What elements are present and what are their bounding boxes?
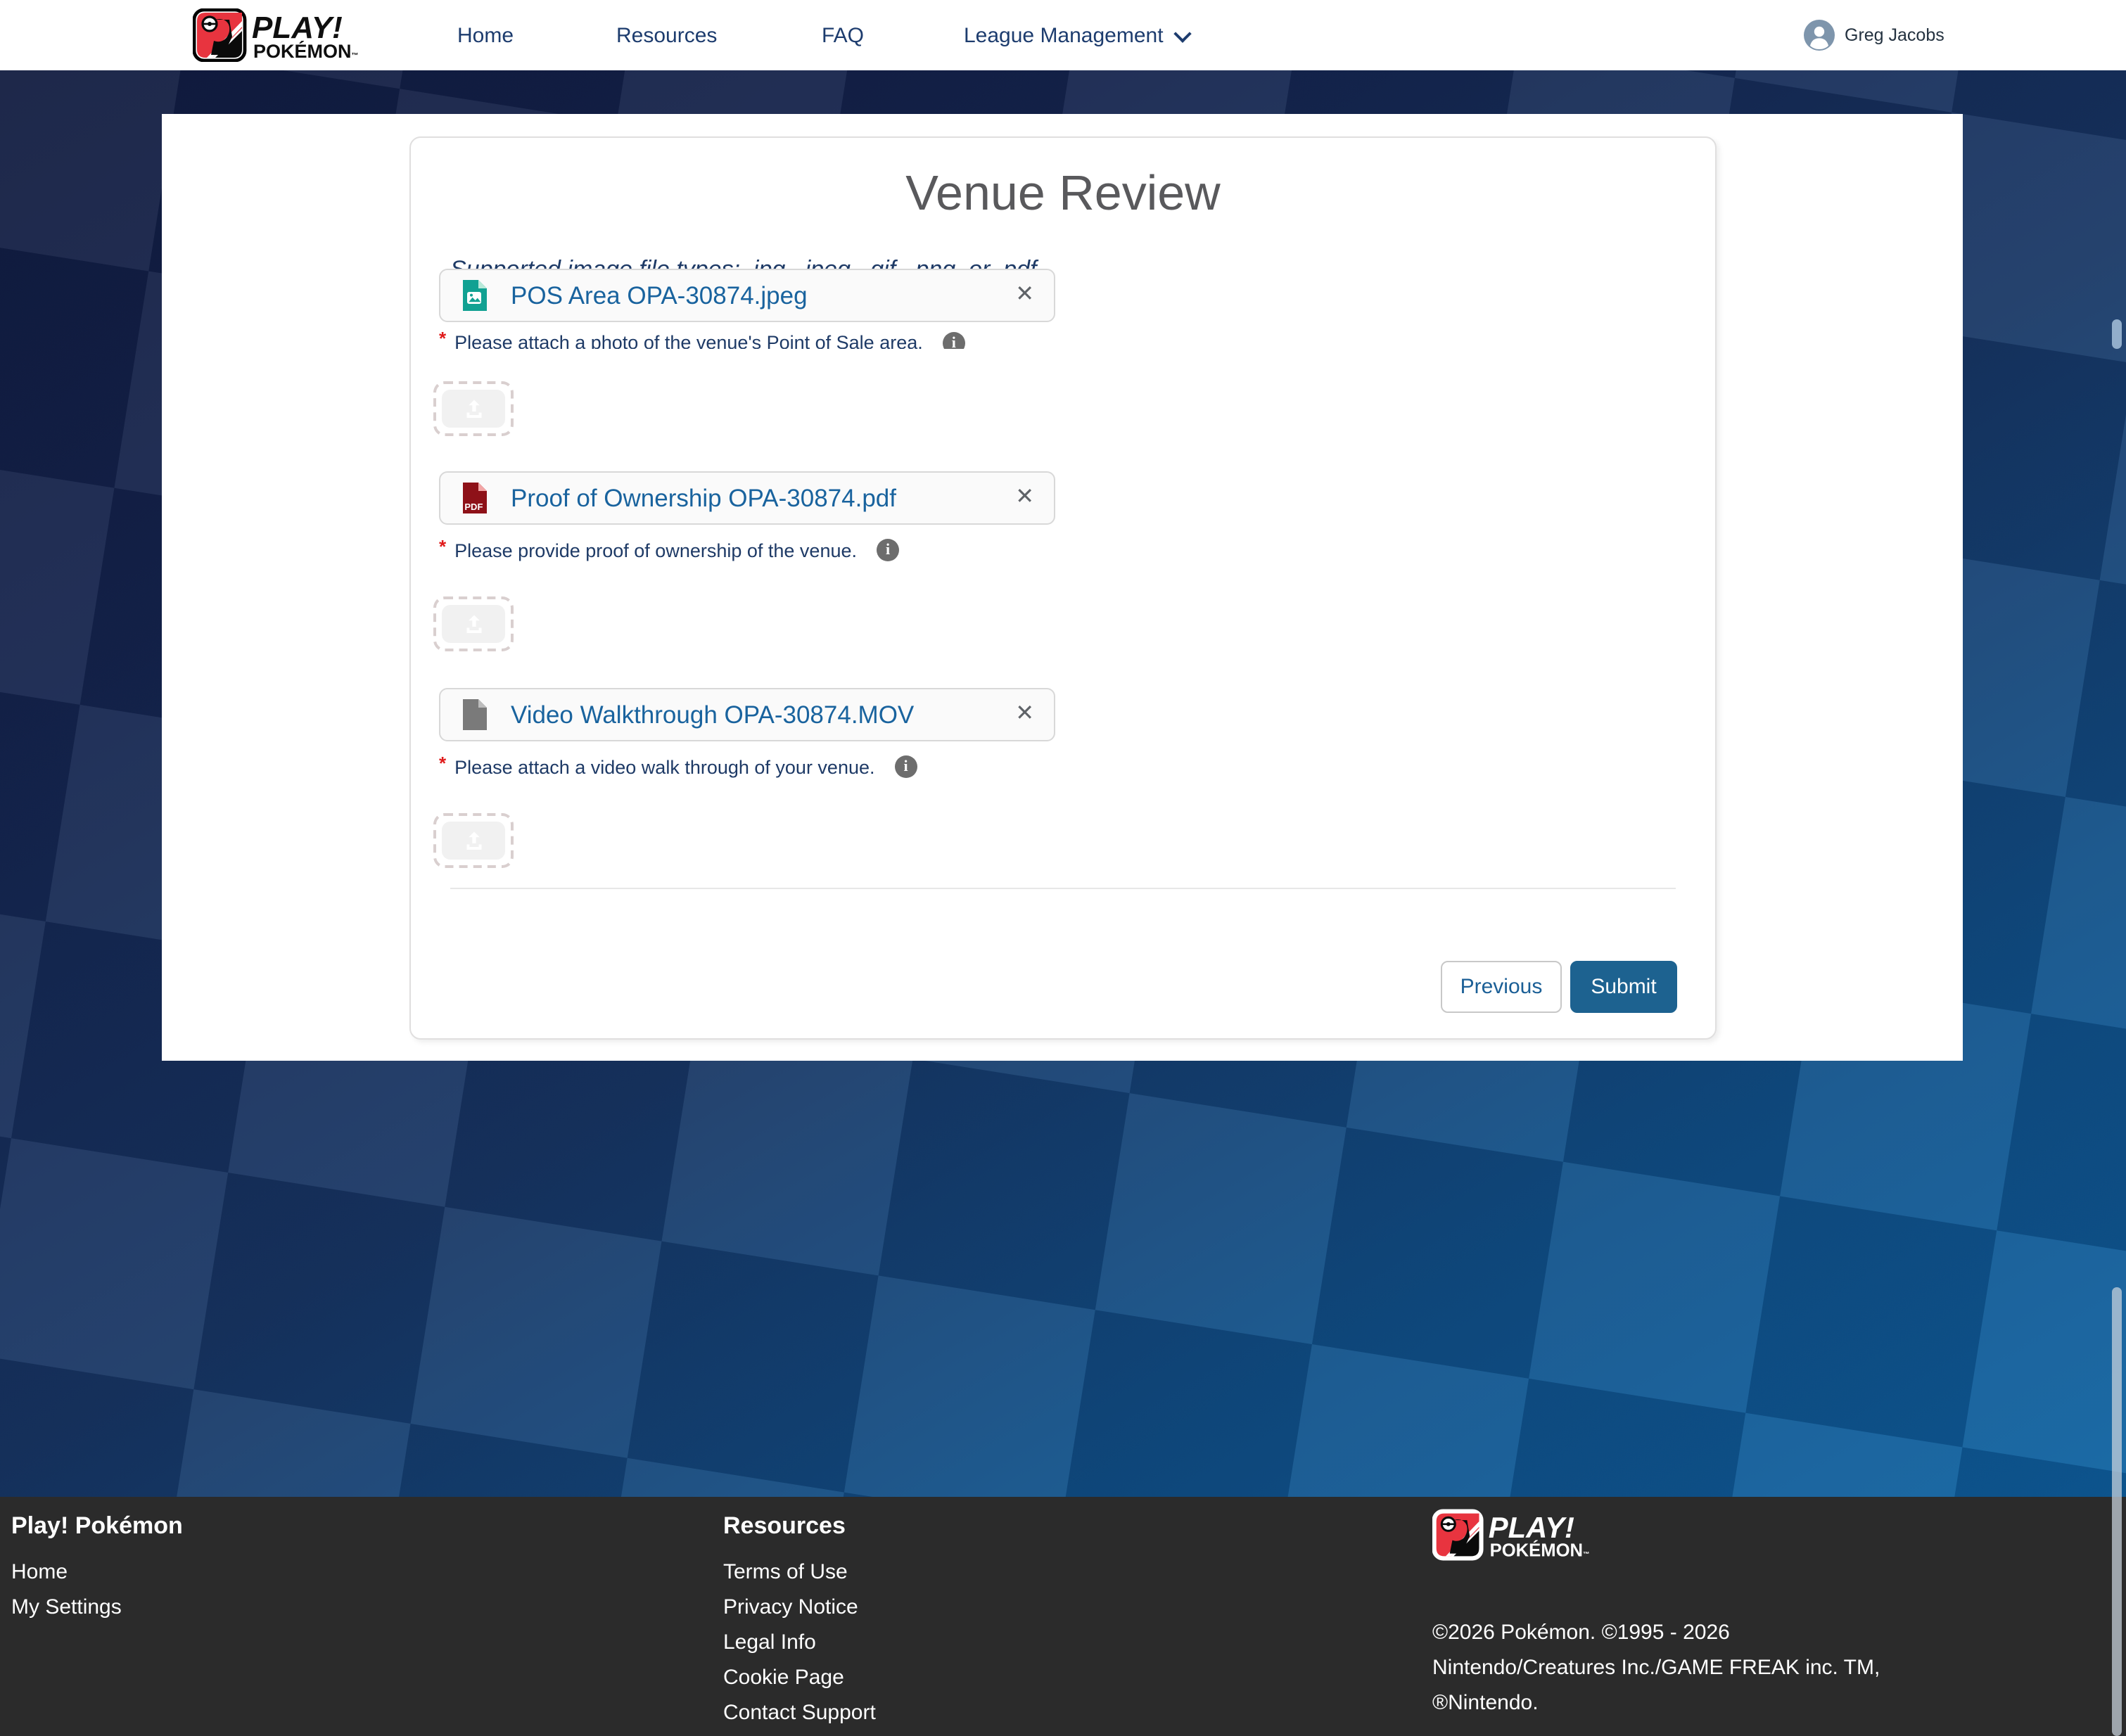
attachment-row-video-walkthrough: Video Walkthrough OPA-30874.MOV ✕ xyxy=(439,688,1055,741)
pdf-file-icon: PDF xyxy=(457,481,491,515)
upload-icon xyxy=(461,828,486,853)
attachment-description-video-walkthrough: * Please attach a video walk through of … xyxy=(439,755,917,778)
scrollbar-thumb-upper[interactable] xyxy=(2112,319,2121,349)
attachment-filename-link[interactable]: Proof of Ownership OPA-30874.pdf xyxy=(511,483,1015,513)
footer-link-my-settings[interactable]: My Settings xyxy=(11,1595,122,1619)
nav-home[interactable]: Home xyxy=(457,0,514,70)
remove-attachment-icon[interactable]: ✕ xyxy=(1015,703,1034,726)
attachment-filename-link[interactable]: POS Area OPA-30874.jpeg xyxy=(511,281,1015,310)
info-icon[interactable]: i xyxy=(877,539,899,561)
upload-dropzone-video-walkthrough[interactable] xyxy=(433,813,514,868)
play-pokemon-logo[interactable]: PLAY! POKÉMON™ xyxy=(193,8,415,62)
footer-play-pokemon-logo: PLAY! POKÉMON™ xyxy=(1432,1507,1643,1563)
attachment-filename-link[interactable]: Video Walkthrough OPA-30874.MOV xyxy=(511,700,1015,729)
footer-link-cookie-page[interactable]: Cookie Page xyxy=(723,1666,844,1690)
nav-resources[interactable]: Resources xyxy=(616,0,717,70)
logo-word-pokemon: POKÉMON™ xyxy=(253,40,359,62)
nav-league-management-label: League Management xyxy=(964,23,1164,47)
generic-file-icon xyxy=(457,698,491,732)
description-text: Please attach a video walk through of yo… xyxy=(454,756,874,777)
upload-icon xyxy=(461,396,486,421)
required-marker: * xyxy=(439,752,446,773)
form-divider xyxy=(450,888,1676,889)
svg-text:PDF: PDF xyxy=(464,502,483,512)
nav-league-management[interactable]: League Management xyxy=(964,0,1189,70)
page: PLAY! POKÉMON™ Home Resources FAQ League… xyxy=(0,0,2126,1736)
footer-heading-resources: Resources xyxy=(723,1512,846,1540)
user-avatar-icon xyxy=(1804,20,1835,51)
copyright-line-3: ®Nintendo. xyxy=(1432,1691,1539,1715)
footer: Play! Pokémon Home My Settings Resources… xyxy=(0,1497,2126,1736)
footer-heading-play-pokemon: Play! Pokémon xyxy=(11,1512,183,1540)
user-menu[interactable]: Greg Jacobs xyxy=(1804,0,1944,70)
footer-link-legal-info[interactable]: Legal Info xyxy=(723,1630,816,1654)
venue-review-card: Venue Review Supported image file types:… xyxy=(409,136,1717,1040)
main-content-panel: Venue Review Supported image file types:… xyxy=(162,114,1963,1061)
footer-link-terms-of-use[interactable]: Terms of Use xyxy=(723,1560,848,1584)
scrollbar-thumb-lower[interactable] xyxy=(2112,1287,2121,1736)
upload-dropzone-proof-of-ownership[interactable] xyxy=(433,596,514,651)
nav-faq[interactable]: FAQ xyxy=(822,0,864,70)
copyright-line-2: Nintendo/Creatures Inc./GAME FREAK inc. … xyxy=(1432,1656,1880,1680)
description-text: Please attach a photo of the venue's Poi… xyxy=(454,332,923,349)
copyright-line-1: ©2026 Pokémon. ©1995 - 2026 xyxy=(1432,1621,1730,1645)
required-marker: * xyxy=(439,535,446,556)
svg-text:POKÉMON™: POKÉMON™ xyxy=(1490,1540,1590,1560)
upload-dropzone-pos-area[interactable] xyxy=(433,381,514,436)
svg-text:PLAY!: PLAY! xyxy=(1489,1511,1574,1544)
info-icon[interactable]: i xyxy=(943,332,965,349)
chevron-down-icon xyxy=(1173,24,1191,42)
footer-link-privacy-notice[interactable]: Privacy Notice xyxy=(723,1595,858,1619)
user-name: Greg Jacobs xyxy=(1845,25,1944,45)
attachment-row-pos-area: POS Area OPA-30874.jpeg ✕ xyxy=(439,269,1055,322)
previous-button[interactable]: Previous xyxy=(1441,961,1562,1013)
submit-button[interactable]: Submit xyxy=(1570,961,1677,1013)
required-marker: * xyxy=(439,332,446,349)
image-file-icon xyxy=(457,279,491,312)
footer-link-home[interactable]: Home xyxy=(11,1560,68,1584)
remove-attachment-icon[interactable]: ✕ xyxy=(1015,284,1034,307)
description-text: Please provide proof of ownership of the… xyxy=(454,540,857,561)
remove-attachment-icon[interactable]: ✕ xyxy=(1015,487,1034,509)
attachment-description-pos-area: * Please attach a photo of the venue's P… xyxy=(439,332,965,349)
footer-link-contact-support[interactable]: Contact Support xyxy=(723,1701,876,1725)
page-title: Venue Review xyxy=(411,166,1715,222)
attachment-row-proof-of-ownership: PDF Proof of Ownership OPA-30874.pdf ✕ xyxy=(439,471,1055,525)
top-navigation-bar: PLAY! POKÉMON™ Home Resources FAQ League… xyxy=(0,0,2126,70)
attachment-description-proof-of-ownership: * Please provide proof of ownership of t… xyxy=(439,539,899,561)
upload-icon xyxy=(461,611,486,637)
logo-word-play: PLAY! xyxy=(252,11,343,45)
info-icon[interactable]: i xyxy=(895,755,917,778)
